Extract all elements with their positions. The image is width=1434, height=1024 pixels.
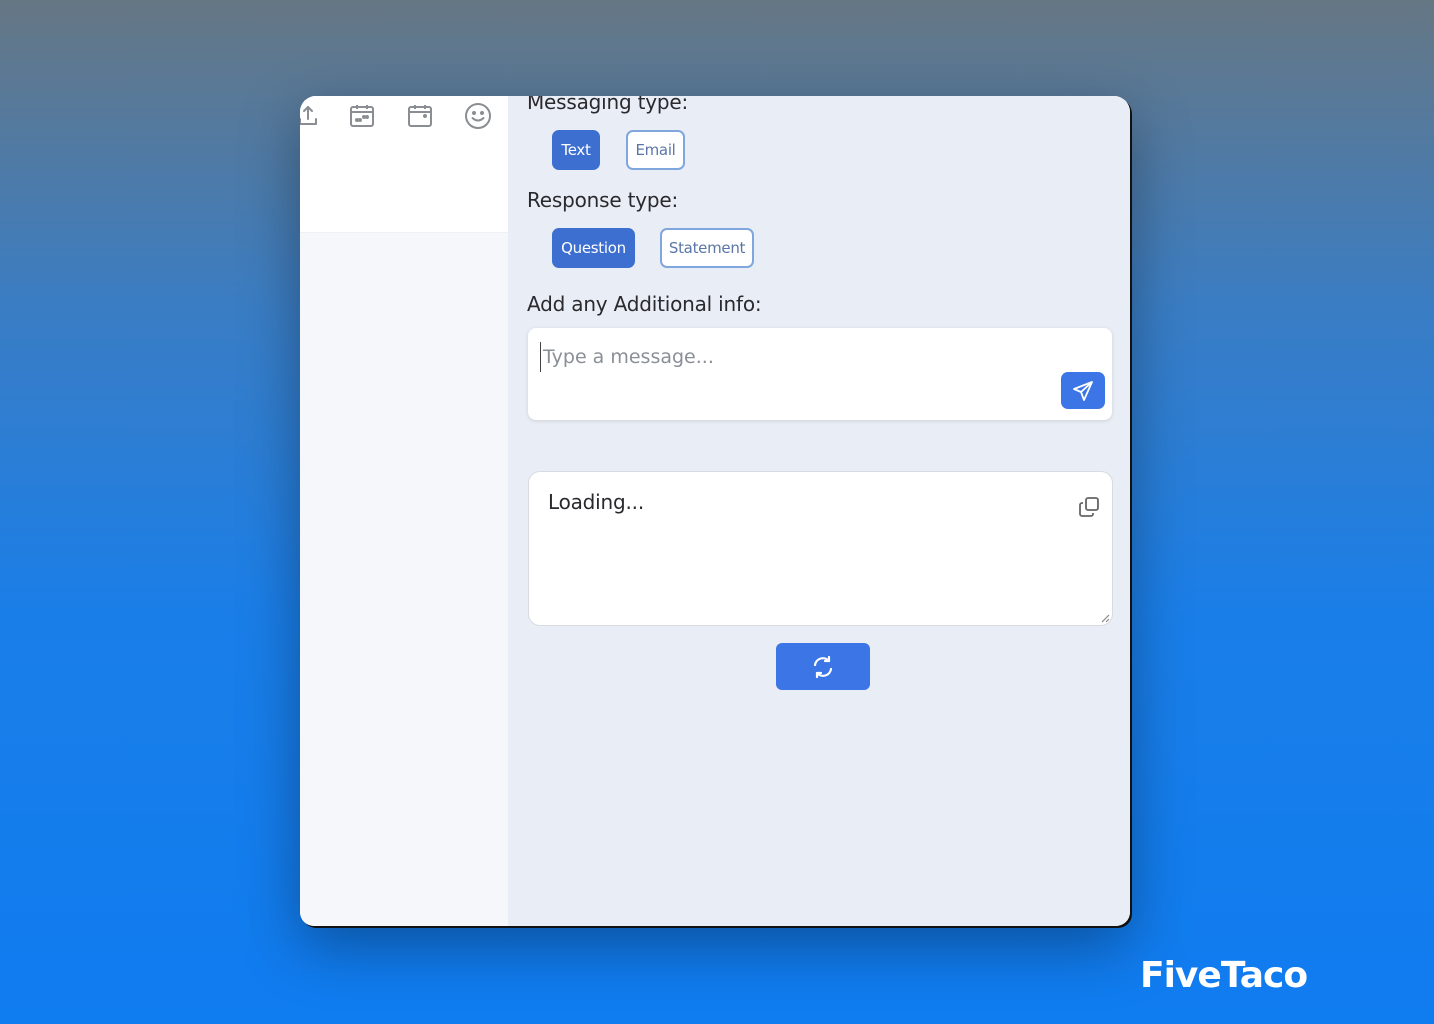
messaging-type-label: Messaging type: — [527, 96, 689, 114]
send-button[interactable] — [1061, 372, 1105, 409]
result-text: Loading... — [548, 490, 644, 514]
response-type-label: Response type: — [527, 188, 679, 212]
left-pane — [300, 96, 508, 926]
upload-icon[interactable] — [300, 100, 324, 132]
send-icon — [1073, 380, 1093, 401]
additional-info-label: Add any Additional info: — [527, 292, 762, 316]
regenerate-button[interactable] — [776, 643, 870, 690]
calendar-icon[interactable] — [404, 100, 436, 132]
refresh-icon — [813, 655, 833, 678]
message-input[interactable] — [540, 342, 1040, 372]
left-pane-header — [300, 96, 508, 233]
emoji-icon[interactable] — [462, 100, 494, 132]
message-composer — [528, 328, 1112, 420]
form-pane: Messaging type: Text Email Response type… — [508, 96, 1130, 926]
result-textarea[interactable]: Loading... — [528, 471, 1113, 626]
copy-icon — [1079, 497, 1099, 517]
response-type-question-button[interactable]: Question — [552, 228, 635, 268]
response-type-statement-button[interactable]: Statement — [660, 228, 754, 268]
messaging-type-text-button[interactable]: Text — [552, 130, 600, 170]
brand-logo: FiveTaco — [1140, 955, 1308, 996]
messaging-type-email-button[interactable]: Email — [626, 130, 685, 170]
resize-handle-icon[interactable] — [1098, 611, 1110, 623]
calendar-dots-icon[interactable] — [346, 100, 378, 132]
copy-button[interactable] — [1076, 494, 1102, 520]
app-window: Messaging type: Text Email Response type… — [300, 96, 1130, 926]
